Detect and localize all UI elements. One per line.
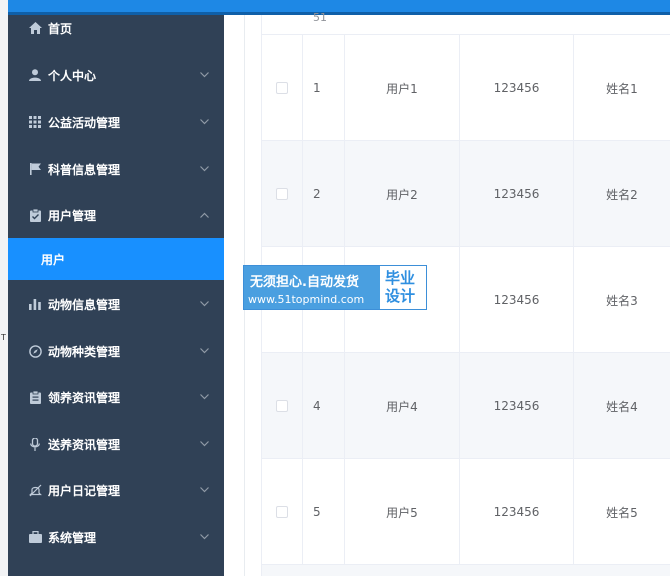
chevron-down-icon (199, 532, 209, 542)
chevron-up-icon (199, 210, 209, 220)
table-row[interactable]: 1 用户1 123456 姓名1 (262, 35, 670, 141)
sidebar-item-label: 系统管理 (48, 530, 97, 545)
watermark-url: www.51topmind.com (248, 293, 365, 306)
flag-icon (28, 162, 42, 176)
chevron-down-icon (199, 392, 209, 402)
top-navbar (8, 0, 670, 12)
chevron-down-icon (199, 70, 209, 80)
chevron-down-icon (199, 439, 209, 449)
username-cell: 用户1 (345, 35, 460, 141)
table-row[interactable]: 5 用户5 123456 姓名5 (262, 459, 670, 565)
chevron-down-icon (199, 346, 209, 356)
clipboard-list-icon (28, 390, 42, 404)
sidebar-item-rehoming-news[interactable]: 送养资讯管理 (8, 421, 224, 467)
chevron-down-icon (199, 164, 209, 174)
row-select-cell (262, 353, 303, 459)
page-edge-strip: T (0, 0, 8, 576)
row-index: 5 (303, 459, 345, 565)
table-row[interactable]: 2 用户2 123456 姓名2 (262, 141, 670, 247)
password-cell: 123456 (460, 35, 574, 141)
row-checkbox[interactable] (276, 82, 288, 94)
sidebar-item-label: 动物种类管理 (48, 344, 121, 359)
sidebar-item-label: 用户日记管理 (48, 483, 121, 498)
name-cell: 姓名5 (606, 505, 638, 520)
sidebar-item-charity[interactable]: 公益活动管理 (8, 99, 224, 145)
row-checkbox[interactable] (276, 506, 288, 518)
sidebar-item-label: 领养资讯管理 (48, 390, 121, 405)
sidebar-subitem-users[interactable]: 用户 (8, 238, 224, 280)
chevron-down-icon (199, 485, 209, 495)
username-cell: 用户2 (345, 141, 460, 247)
chevron-down-icon (199, 117, 209, 127)
username-cell: 用户4 (345, 353, 460, 459)
watermark-badge-line2: 设计 (385, 287, 416, 305)
name-cell: 姓名4 (606, 399, 638, 414)
sidebar-item-animal-info[interactable]: 动物信息管理 (8, 281, 224, 327)
row-select-cell (262, 35, 303, 141)
bar-chart-icon (28, 297, 42, 311)
sidebar-item-label: 个人中心 (48, 68, 97, 83)
sidebar-item-system[interactable]: 系统管理 (8, 514, 224, 560)
watermark-badge: 毕业 设计 (385, 269, 423, 305)
table-row-partial (262, 565, 670, 576)
name-cell: 姓名2 (606, 187, 638, 202)
row-index: 4 (303, 353, 345, 459)
table-row[interactable]: 4 用户4 123456 姓名4 (262, 353, 670, 459)
sidebar-item-label: 科普信息管理 (48, 162, 121, 177)
compass-icon (28, 344, 42, 358)
name-cell: 姓名1 (606, 81, 638, 96)
watermark-left-panel: 无须担心.自动发货 www.51topmind.com (244, 266, 380, 309)
name-cell: 姓名3 (606, 293, 638, 308)
row-select-cell (262, 459, 303, 565)
sidebar-item-user-management[interactable]: 用户管理 (8, 192, 224, 238)
row-index: 2 (303, 141, 345, 247)
sidebar-item-animal-category[interactable]: 动物种类管理 (8, 328, 224, 374)
microphone-icon (28, 437, 42, 451)
watermark-banner: 无须担心.自动发货 www.51topmind.com 毕业 设计 (243, 265, 427, 310)
briefcase-icon (28, 530, 42, 544)
username-cell: 用户5 (345, 459, 460, 565)
sidebar: 首页 个人中心 公益活动管理 科普信息管理 用户管理 用户 动物信息管理 动物种… (8, 0, 224, 576)
row-checkbox[interactable] (276, 188, 288, 200)
sidebar-item-label: 动物信息管理 (48, 297, 121, 312)
bell-off-icon (28, 483, 42, 497)
sidebar-item-adoption-news[interactable]: 领养资讯管理 (8, 374, 224, 420)
row-index: 1 (303, 35, 345, 141)
sidebar-item-label: 公益活动管理 (48, 115, 121, 130)
clipboard-icon (28, 208, 42, 222)
password-cell: 123456 (460, 459, 574, 565)
password-cell: 123456 (460, 141, 574, 247)
edge-glyph: T (1, 333, 6, 342)
password-cell: 123456 (460, 247, 574, 353)
sidebar-item-profile[interactable]: 个人中心 (8, 52, 224, 98)
sidebar-item-label: 用户管理 (48, 208, 97, 223)
grid-icon (28, 115, 42, 129)
row-index: 51 (313, 11, 327, 24)
home-icon (28, 21, 42, 35)
row-select-cell (262, 141, 303, 247)
sidebar-item-user-diary[interactable]: 用户日记管理 (8, 467, 224, 513)
table-row-partial: 51 (262, 11, 670, 35)
sidebar-item-label: 送养资讯管理 (48, 437, 121, 452)
sidebar-item-label: 首页 (48, 21, 73, 36)
content-gutter (224, 15, 244, 576)
user-icon (28, 68, 42, 82)
sidebar-item-science[interactable]: 科普信息管理 (8, 146, 224, 192)
sidebar-subitem-label: 用户 (41, 252, 66, 267)
watermark-slogan: 无须担心.自动发货 (250, 275, 359, 290)
row-checkbox[interactable] (276, 400, 288, 412)
watermark-badge-line1: 毕业 (385, 269, 416, 287)
chevron-down-icon (199, 299, 209, 309)
password-cell: 123456 (460, 353, 574, 459)
